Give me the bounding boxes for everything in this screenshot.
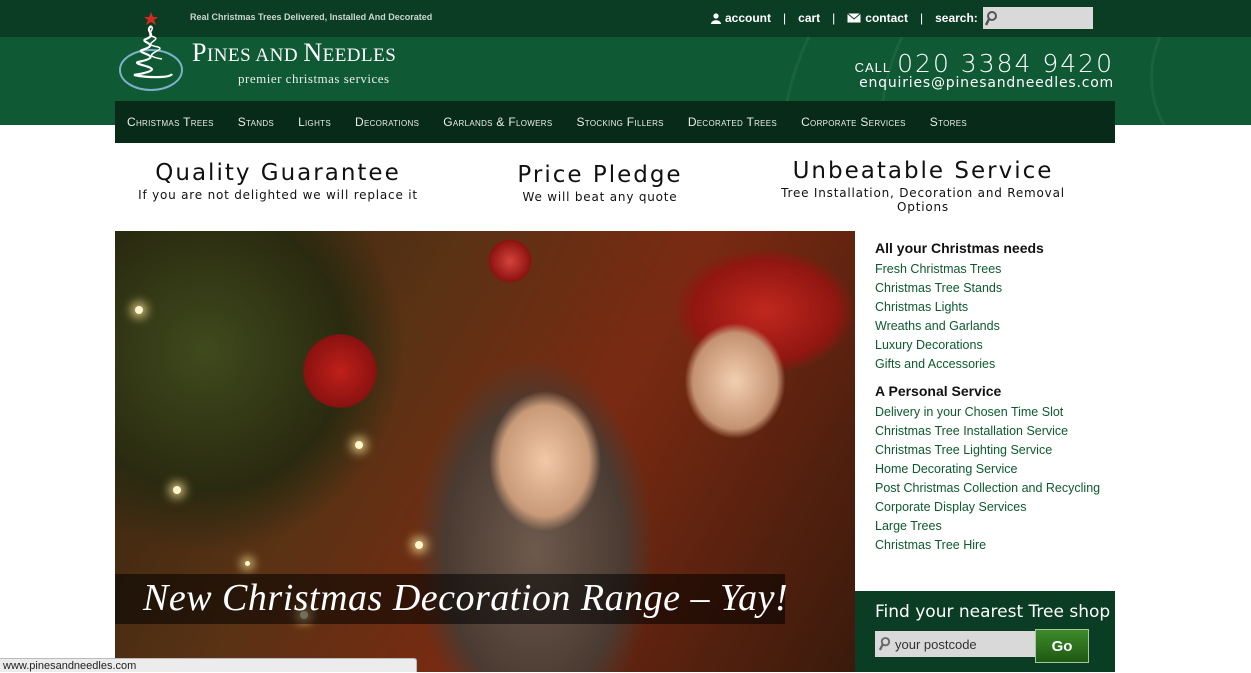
sidebar-link-installation[interactable]: Christmas Tree Installation Service	[875, 422, 1115, 441]
separator: |	[783, 11, 787, 25]
promo-title: Price Pledge	[517, 162, 683, 188]
brand-letter: N	[303, 38, 323, 67]
hero-banner[interactable]: New Christmas Decoration Range – Yay!	[115, 231, 855, 672]
sidebar-link-recycling[interactable]: Post Christmas Collection and Recycling	[875, 479, 1115, 498]
nav-item-stocking-fillers[interactable]: Stocking Fillers	[576, 115, 663, 129]
contact-link[interactable]: contact	[847, 11, 908, 25]
shop-finder: Find your nearest Tree shop your postcod…	[855, 591, 1115, 672]
sidebar-link-tree-hire[interactable]: Christmas Tree Hire	[875, 536, 1115, 555]
sidebar-link-delivery[interactable]: Delivery in your Chosen Time Slot	[875, 403, 1115, 422]
person-icon	[711, 12, 721, 24]
shop-finder-title: Find your nearest Tree shop	[875, 602, 1111, 622]
nav-item-stores[interactable]: Stores	[930, 115, 967, 129]
nav-item-stands[interactable]: Stands	[238, 115, 274, 129]
promo-subtitle: We will beat any quote	[522, 190, 678, 204]
brand-letter: P	[192, 38, 207, 67]
phone-block: CALL 020 3384 9420	[855, 49, 1114, 78]
search-label: search:	[935, 11, 978, 25]
brand-text: INES AND	[206, 45, 304, 66]
sidebar-link-lighting[interactable]: Christmas Tree Lighting Service	[875, 441, 1115, 460]
separator: |	[832, 11, 836, 25]
sidebar-heading: All your Christmas needs	[875, 240, 1044, 256]
sidebar-link-tree-stands[interactable]: Christmas Tree Stands	[875, 279, 1115, 298]
sidebar-heading: A Personal Service	[875, 383, 1002, 399]
sidebar-link-home-decorating[interactable]: Home Decorating Service	[875, 460, 1115, 479]
contact-label: contact	[865, 11, 908, 25]
phone-number[interactable]: 020 3384 9420	[897, 49, 1114, 78]
promo-quality: Quality Guarantee If you are not delight…	[115, 160, 441, 202]
promo-price: Price Pledge We will beat any quote	[470, 162, 730, 204]
promo-service: Unbeatable Service Tree Installation, De…	[755, 158, 1091, 214]
promo-subtitle: If you are not delighted we will replace…	[138, 188, 418, 202]
top-links: account | cart | contact | search:	[711, 7, 1093, 29]
magnifier-icon	[984, 10, 997, 26]
sidebar: All your Christmas needs Fresh Christmas…	[855, 231, 1115, 591]
top-bar: Real Christmas Trees Delivered, Installe…	[0, 0, 1251, 37]
go-button[interactable]: Go	[1035, 629, 1089, 663]
brand-subtitle: premier christmas services	[238, 71, 390, 86]
account-label: account	[725, 11, 772, 25]
envelope-icon	[847, 13, 862, 23]
promo-title: Unbeatable Service	[792, 158, 1054, 184]
search-input[interactable]	[982, 7, 1093, 29]
account-link[interactable]: account	[711, 11, 771, 25]
nav-item-decorated-trees[interactable]: Decorated Trees	[688, 115, 777, 129]
main-nav: Christmas Trees Stands Lights Decoration…	[115, 101, 1115, 143]
brand-text: EEDLES	[322, 45, 397, 66]
hero-caption-bar: New Christmas Decoration Range – Yay!	[115, 574, 789, 624]
magnifier-icon	[879, 637, 891, 651]
hero-caption: New Christmas Decoration Range – Yay!	[143, 577, 789, 619]
nav-item-lights[interactable]: Lights	[298, 115, 331, 129]
promo-title: Quality Guarantee	[155, 160, 401, 186]
sidebar-link-luxury[interactable]: Luxury Decorations	[875, 336, 1115, 355]
sidebar-link-large-trees[interactable]: Large Trees	[875, 517, 1115, 536]
promo-subtitle: Tree Installation, Decoration and Remova…	[781, 186, 1065, 214]
nav-item-decorations[interactable]: Decorations	[355, 115, 419, 129]
cart-label: cart	[798, 11, 821, 25]
call-label: CALL	[854, 60, 892, 75]
sidebar-link-wreaths[interactable]: Wreaths and Garlands	[875, 317, 1115, 336]
postcode-input[interactable]: your postcode	[875, 631, 1035, 657]
nav-item-christmas-trees[interactable]: Christmas Trees	[127, 115, 214, 129]
browser-status-bar: www.pinesandneedles.com	[0, 658, 417, 672]
sidebar-link-fresh-trees[interactable]: Fresh Christmas Trees	[875, 260, 1115, 279]
nav-item-corporate-services[interactable]: Corporate Services	[801, 115, 906, 129]
nav-item-garlands-flowers[interactable]: Garlands & Flowers	[443, 115, 552, 129]
sidebar-link-gifts[interactable]: Gifts and Accessories	[875, 355, 1115, 374]
separator: |	[919, 11, 924, 25]
christmas-tree-logo[interactable]	[118, 8, 184, 92]
brand-name[interactable]: PINES AND NEEDLES	[192, 38, 396, 68]
sidebar-link-lights[interactable]: Christmas Lights	[875, 298, 1115, 317]
cart-link[interactable]: cart	[798, 11, 820, 25]
tagline: Real Christmas Trees Delivered, Installe…	[190, 12, 433, 22]
email-link[interactable]: enquiries@pinesandneedles.com	[859, 75, 1114, 91]
sidebar-link-corporate[interactable]: Corporate Display Services	[875, 498, 1115, 517]
postcode-placeholder: your postcode	[895, 636, 977, 652]
